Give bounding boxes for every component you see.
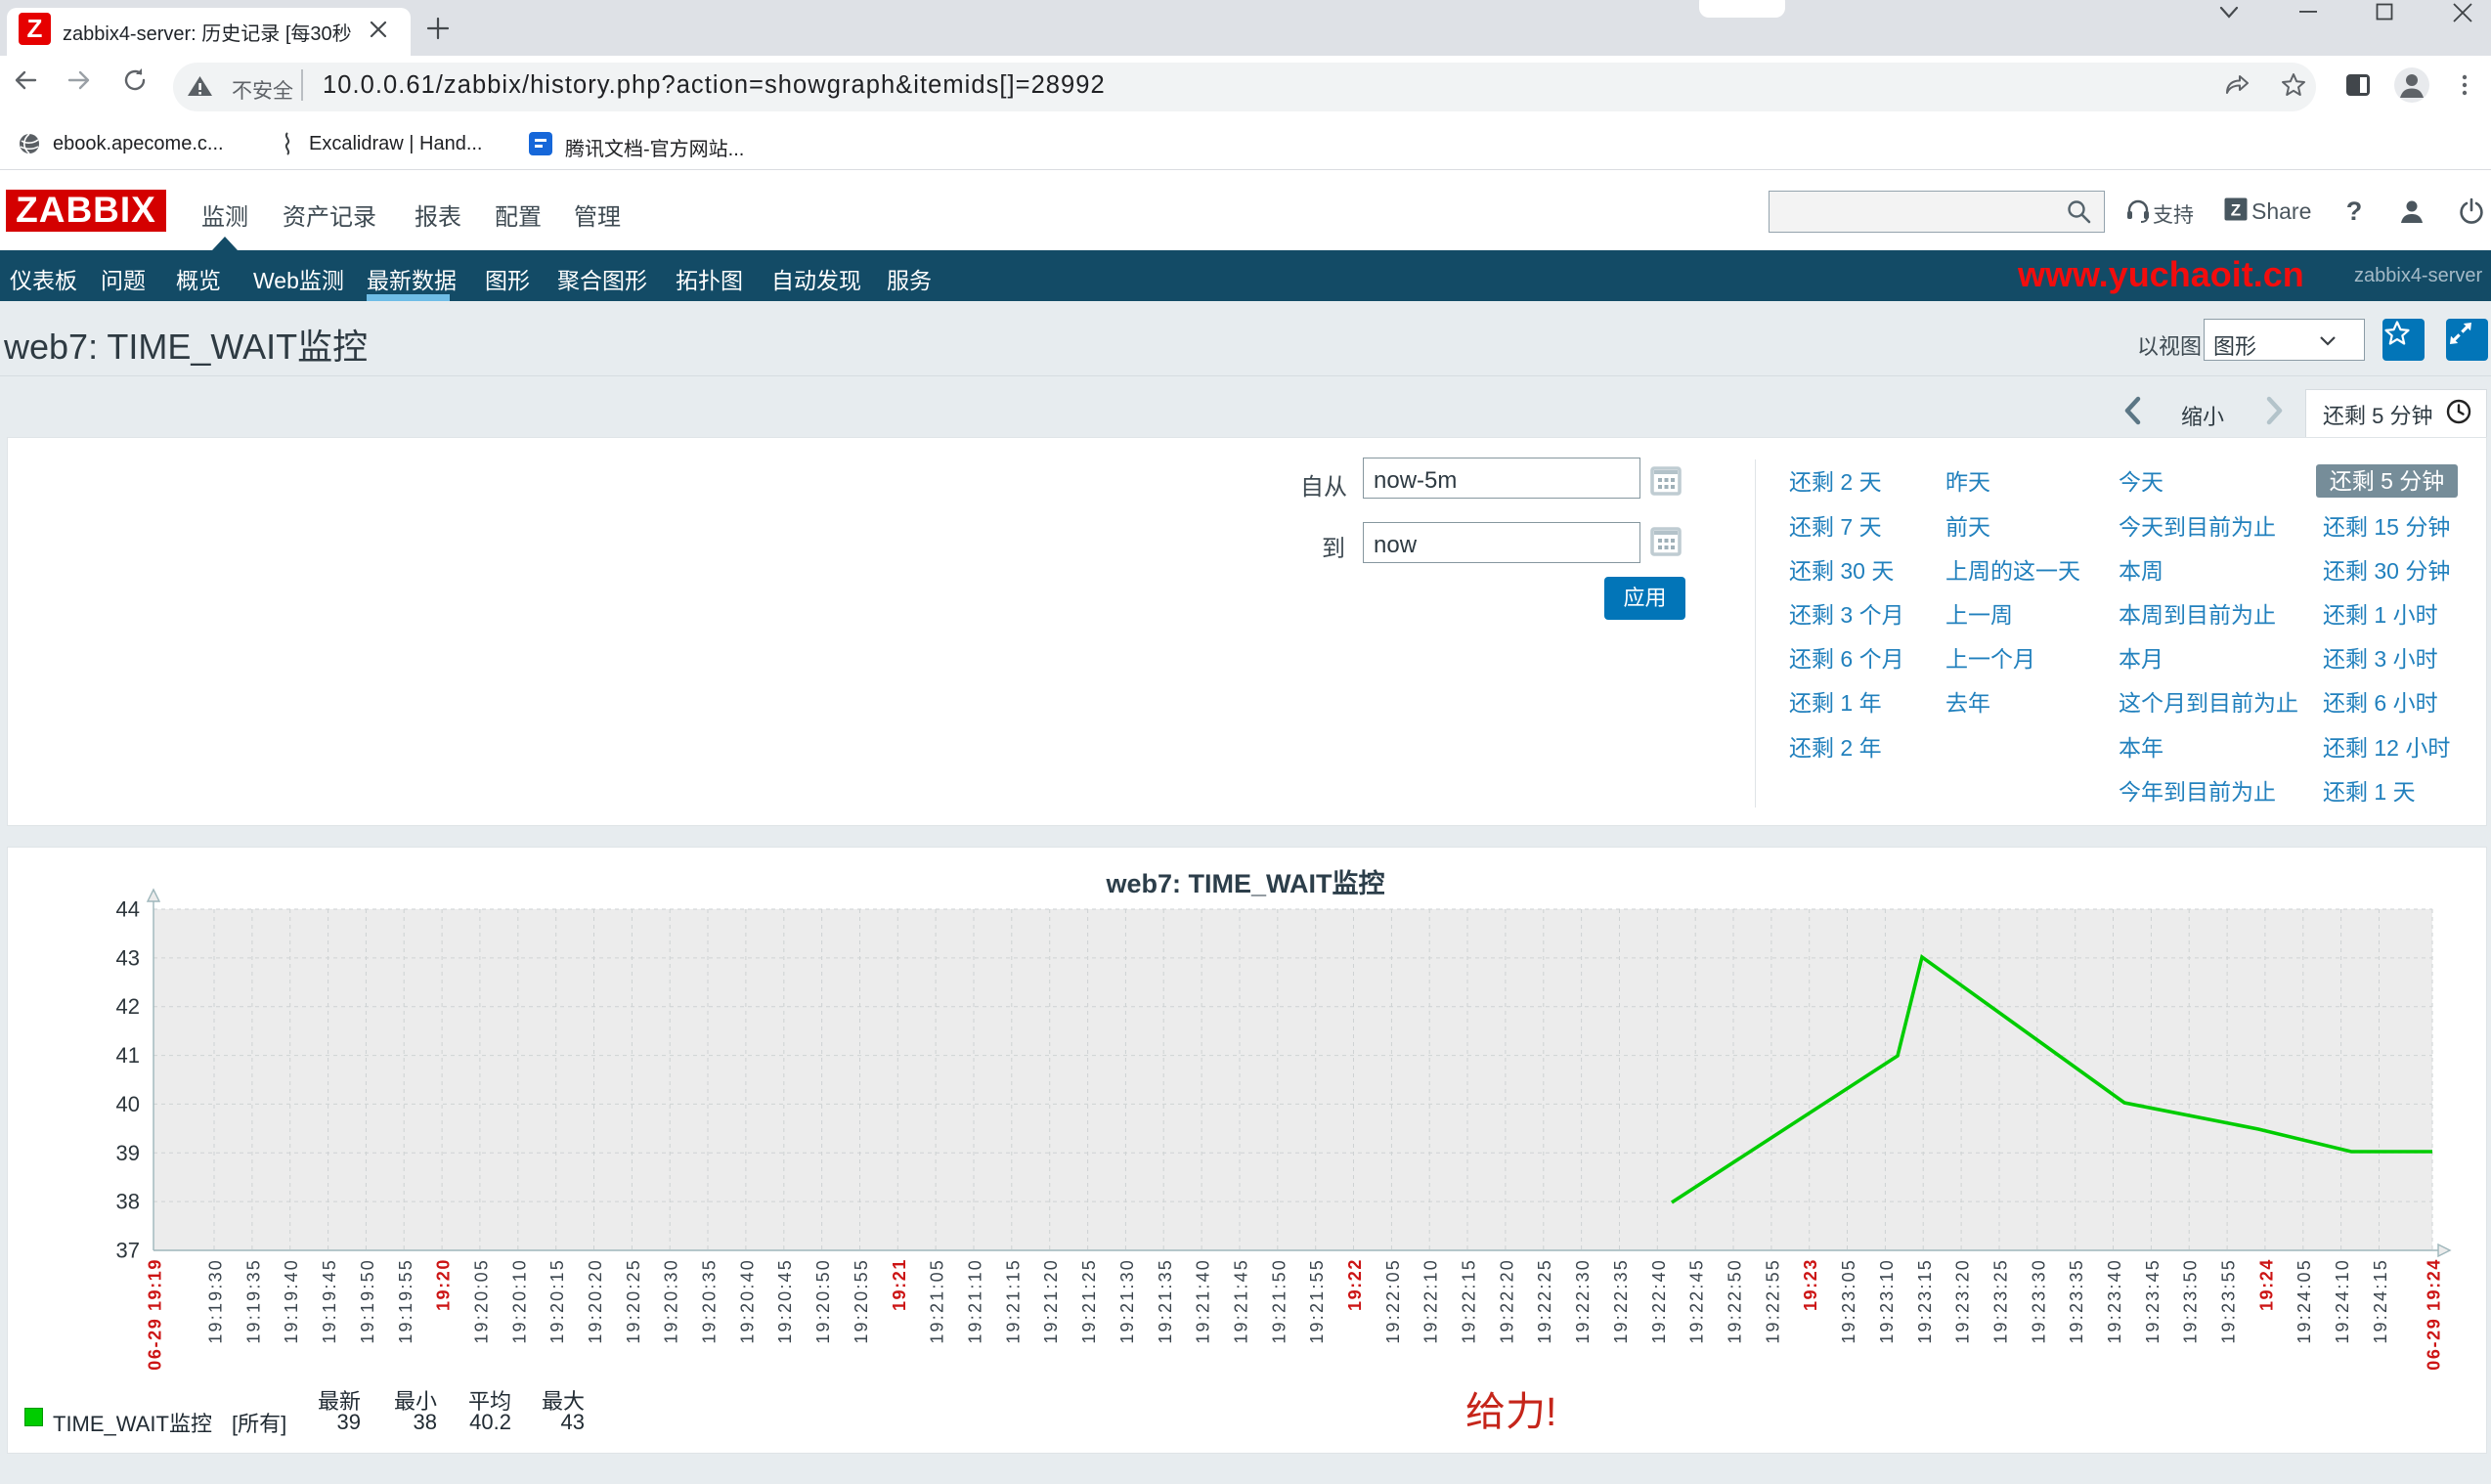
svg-text:40: 40	[116, 1092, 140, 1116]
svg-text:19:20:05: 19:20:05	[471, 1258, 491, 1344]
svg-text:06-29 19:24: 06-29 19:24	[2425, 1258, 2444, 1371]
svg-text:19:23:45: 19:23:45	[2143, 1258, 2163, 1344]
svg-text:19:20:30: 19:20:30	[662, 1258, 681, 1344]
svg-text:19:22:55: 19:22:55	[1763, 1258, 1782, 1344]
svg-text:19:23:15: 19:23:15	[1915, 1258, 1935, 1344]
svg-text:19:22:05: 19:22:05	[1383, 1258, 1403, 1344]
svg-text:19:23:05: 19:23:05	[1839, 1258, 1858, 1344]
svg-text:19:21:25: 19:21:25	[1079, 1258, 1099, 1344]
svg-text:19:20:10: 19:20:10	[509, 1258, 529, 1344]
svg-text:19:24:10: 19:24:10	[2333, 1258, 2352, 1344]
svg-text:43: 43	[116, 945, 140, 970]
svg-text:19:21: 19:21	[890, 1258, 909, 1311]
svg-text:19:21:10: 19:21:10	[966, 1258, 985, 1344]
svg-text:19:21:50: 19:21:50	[1269, 1258, 1289, 1344]
svg-text:38: 38	[116, 1190, 140, 1214]
svg-text:19:21:30: 19:21:30	[1117, 1258, 1137, 1344]
svg-text:19:22:15: 19:22:15	[1460, 1258, 1479, 1344]
svg-text:19:20:45: 19:20:45	[775, 1258, 795, 1344]
svg-text:37: 37	[116, 1239, 140, 1263]
svg-text:44: 44	[116, 897, 140, 922]
svg-text:19:23: 19:23	[1801, 1258, 1820, 1311]
svg-text:19:21:20: 19:21:20	[1041, 1258, 1061, 1344]
svg-text:39: 39	[116, 1141, 140, 1165]
svg-text:19:22:35: 19:22:35	[1611, 1258, 1631, 1344]
svg-text:19:19:40: 19:19:40	[282, 1258, 301, 1344]
svg-text:19:24:15: 19:24:15	[2371, 1258, 2390, 1344]
svg-text:19:21:45: 19:21:45	[1232, 1258, 1251, 1344]
svg-text:19:24:05: 19:24:05	[2294, 1258, 2314, 1344]
svg-text:19:22:50: 19:22:50	[1726, 1258, 1745, 1344]
svg-text:19:22:30: 19:22:30	[1573, 1258, 1593, 1344]
svg-text:19:21:35: 19:21:35	[1156, 1258, 1175, 1344]
svg-text:41: 41	[116, 1043, 140, 1068]
svg-text:19:23:25: 19:23:25	[1990, 1258, 2010, 1344]
svg-text:19:20:35: 19:20:35	[700, 1258, 720, 1344]
svg-text:19:23:40: 19:23:40	[2105, 1258, 2124, 1344]
svg-text:19:21:05: 19:21:05	[928, 1258, 947, 1344]
svg-text:19:19:55: 19:19:55	[396, 1258, 415, 1344]
svg-text:19:24: 19:24	[2256, 1258, 2276, 1311]
svg-text:19:19:30: 19:19:30	[206, 1258, 226, 1344]
svg-text:19:19:45: 19:19:45	[320, 1258, 339, 1344]
svg-text:19:20:50: 19:20:50	[813, 1258, 833, 1344]
svg-text:19:22:40: 19:22:40	[1649, 1258, 1669, 1344]
svg-text:19:23:10: 19:23:10	[1877, 1258, 1897, 1344]
svg-text:19:22:20: 19:22:20	[1497, 1258, 1516, 1344]
svg-text:19:21:55: 19:21:55	[1307, 1258, 1327, 1344]
svg-text:19:21:15: 19:21:15	[1003, 1258, 1023, 1344]
svg-text:19:23:55: 19:23:55	[2219, 1258, 2239, 1344]
svg-text:19:22: 19:22	[1345, 1258, 1365, 1311]
svg-text:19:20: 19:20	[434, 1258, 454, 1311]
svg-text:42: 42	[116, 994, 140, 1019]
svg-text:19:20:15: 19:20:15	[547, 1258, 567, 1344]
svg-text:19:20:20: 19:20:20	[586, 1258, 605, 1344]
svg-text:19:22:25: 19:22:25	[1535, 1258, 1554, 1344]
svg-text:19:23:30: 19:23:30	[2029, 1258, 2048, 1344]
svg-text:19:23:20: 19:23:20	[1953, 1258, 1973, 1344]
svg-text:19:21:40: 19:21:40	[1194, 1258, 1213, 1344]
svg-text:19:22:45: 19:22:45	[1687, 1258, 1707, 1344]
svg-text:19:23:50: 19:23:50	[2181, 1258, 2201, 1344]
svg-text:06-29 19:19: 06-29 19:19	[146, 1258, 165, 1371]
svg-text:19:20:55: 19:20:55	[852, 1258, 871, 1344]
svg-text:19:22:10: 19:22:10	[1421, 1258, 1441, 1344]
svg-text:19:19:50: 19:19:50	[358, 1258, 377, 1344]
svg-text:19:20:25: 19:20:25	[624, 1258, 643, 1344]
svg-text:19:20:40: 19:20:40	[737, 1258, 757, 1344]
svg-text:19:19:35: 19:19:35	[243, 1258, 263, 1344]
svg-text:19:23:35: 19:23:35	[2067, 1258, 2086, 1344]
